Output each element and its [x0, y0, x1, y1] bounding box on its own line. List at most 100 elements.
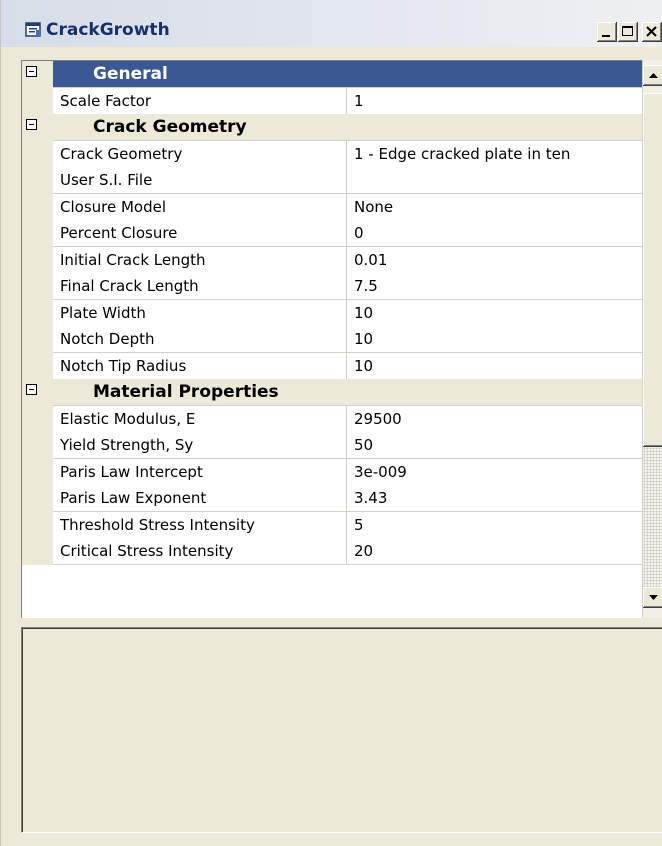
property-row[interactable]: Yield Strength, Sy 50	[22, 432, 662, 459]
property-name-cell[interactable]: User S.I. File	[53, 167, 347, 194]
property-row[interactable]: Closure Model None	[22, 194, 662, 221]
category-header[interactable]: Material Properties	[53, 379, 662, 406]
category-label: Material Properties	[93, 382, 279, 402]
property-value-cell[interactable]: 10	[347, 353, 662, 380]
property-value-cell[interactable]: 50	[347, 432, 662, 459]
property-value: 1 - Edge cracked plate in ten	[354, 145, 571, 163]
gutter-cell	[22, 88, 53, 115]
close-button[interactable]	[642, 22, 662, 42]
property-name: Crack Geometry	[60, 145, 183, 163]
gutter-cell	[22, 326, 53, 353]
category-label: General	[93, 64, 168, 84]
minimize-button[interactable]	[597, 22, 617, 42]
property-name-cell[interactable]: Notch Depth	[53, 326, 347, 353]
gutter-cell	[22, 273, 53, 300]
property-row[interactable]: Crack Geometry 1 - Edge cracked plate in …	[22, 141, 662, 168]
property-name: Percent Closure	[60, 224, 178, 242]
property-value-cell[interactable]: 0.01	[347, 247, 662, 274]
property-value: 0	[354, 224, 364, 242]
property-value-cell[interactable]: 10	[347, 300, 662, 327]
property-name-cell[interactable]: Final Crack Length	[53, 273, 347, 300]
property-grid: General Scale Factor 1 Crack Geometry Crack …	[21, 60, 662, 619]
property-name: Scale Factor	[60, 92, 152, 110]
scroll-track[interactable]	[643, 447, 662, 597]
category-row[interactable]: Crack Geometry	[22, 114, 662, 141]
property-name-cell[interactable]: Crack Geometry	[53, 141, 347, 168]
property-value: 29500	[354, 410, 402, 428]
gutter-cell	[22, 247, 53, 274]
property-name-cell[interactable]: Notch Tip Radius	[53, 353, 347, 380]
gutter-cell	[22, 220, 53, 247]
property-name: Notch Tip Radius	[60, 357, 187, 375]
property-row[interactable]: Scale Factor 1	[22, 88, 662, 115]
property-name-cell[interactable]: Yield Strength, Sy	[53, 432, 347, 459]
property-name-cell[interactable]: Initial Crack Length	[53, 247, 347, 274]
property-row[interactable]: Paris Law Exponent 3.43	[22, 485, 662, 512]
gutter-cell	[22, 406, 53, 433]
property-name: Initial Crack Length	[60, 251, 206, 269]
property-value-cell[interactable]	[347, 167, 662, 194]
collapse-icon[interactable]	[26, 119, 37, 130]
property-value-cell[interactable]: 20	[347, 538, 662, 565]
title-bar[interactable]: CrackGrowth	[1, 0, 662, 47]
description-panel-inner	[22, 628, 662, 832]
category-header[interactable]: Crack Geometry	[53, 114, 662, 141]
category-row[interactable]: General	[22, 61, 662, 88]
property-name: Paris Law Exponent	[60, 489, 207, 507]
property-name-cell[interactable]: Scale Factor	[53, 88, 347, 115]
property-row[interactable]: Notch Depth 10	[22, 326, 662, 353]
property-row[interactable]: Paris Law Intercept 3e-009	[22, 459, 662, 486]
close-icon	[646, 26, 657, 37]
property-row[interactable]: Threshold Stress Intensity 5	[22, 512, 662, 539]
gutter-cell	[22, 114, 53, 141]
scroll-thumb[interactable]	[643, 93, 662, 447]
property-name-cell[interactable]: Critical Stress Intensity	[53, 538, 347, 565]
property-value: 10	[354, 304, 374, 322]
collapse-icon[interactable]	[26, 384, 37, 395]
property-name-cell[interactable]: Closure Model	[53, 194, 347, 221]
property-row[interactable]: Critical Stress Intensity 20	[22, 538, 662, 565]
property-row[interactable]: Plate Width 10	[22, 300, 662, 327]
scroll-up-button[interactable]	[643, 65, 662, 86]
property-value-cell[interactable]: None	[347, 194, 662, 221]
property-value-cell[interactable]: 0	[347, 220, 662, 247]
maximize-button[interactable]	[618, 22, 638, 42]
property-value-cell[interactable]: 10	[347, 326, 662, 353]
chevron-up-icon	[649, 73, 658, 78]
property-value-cell[interactable]: 7.5	[347, 273, 662, 300]
gutter-cell	[22, 141, 53, 168]
property-row[interactable]: Initial Crack Length 0.01	[22, 247, 662, 274]
property-name-cell[interactable]: Percent Closure	[53, 220, 347, 247]
property-row[interactable]: Elastic Modulus, E 29500	[22, 406, 662, 433]
property-value-cell[interactable]: 1 - Edge cracked plate in ten	[347, 141, 662, 168]
property-name-cell[interactable]: Plate Width	[53, 300, 347, 327]
scroll-down-button[interactable]	[643, 587, 662, 608]
category-row[interactable]: Material Properties	[22, 379, 662, 406]
category-header[interactable]: General	[53, 61, 662, 88]
property-name: User S.I. File	[60, 171, 153, 189]
property-value-cell[interactable]: 3.43	[347, 485, 662, 512]
property-value-cell[interactable]: 5	[347, 512, 662, 539]
property-name-cell[interactable]: Paris Law Exponent	[53, 485, 347, 512]
description-splitter[interactable]	[1, 618, 662, 627]
collapse-icon[interactable]	[26, 66, 37, 77]
property-value-cell[interactable]: 29500	[347, 406, 662, 433]
property-value-cell[interactable]: 3e-009	[347, 459, 662, 486]
property-name-cell[interactable]: Threshold Stress Intensity	[53, 512, 347, 539]
window-title: CrackGrowth	[46, 20, 170, 40]
chevron-down-icon	[649, 595, 658, 600]
property-name: Critical Stress Intensity	[60, 542, 234, 560]
property-value: 7.5	[354, 277, 378, 295]
property-name-cell[interactable]: Paris Law Intercept	[53, 459, 347, 486]
vertical-scrollbar[interactable]	[642, 60, 662, 618]
description-panel	[21, 627, 662, 833]
property-name: Final Crack Length	[60, 277, 199, 295]
property-name-cell[interactable]: Elastic Modulus, E	[53, 406, 347, 433]
property-row[interactable]: Final Crack Length 7.5	[22, 273, 662, 300]
property-row[interactable]: Percent Closure 0	[22, 220, 662, 247]
property-value: None	[354, 198, 394, 216]
property-row[interactable]: Notch Tip Radius 10	[22, 353, 662, 380]
property-value: 0.01	[354, 251, 388, 269]
property-value-cell[interactable]: 1	[347, 88, 662, 115]
property-row[interactable]: User S.I. File	[22, 167, 662, 194]
